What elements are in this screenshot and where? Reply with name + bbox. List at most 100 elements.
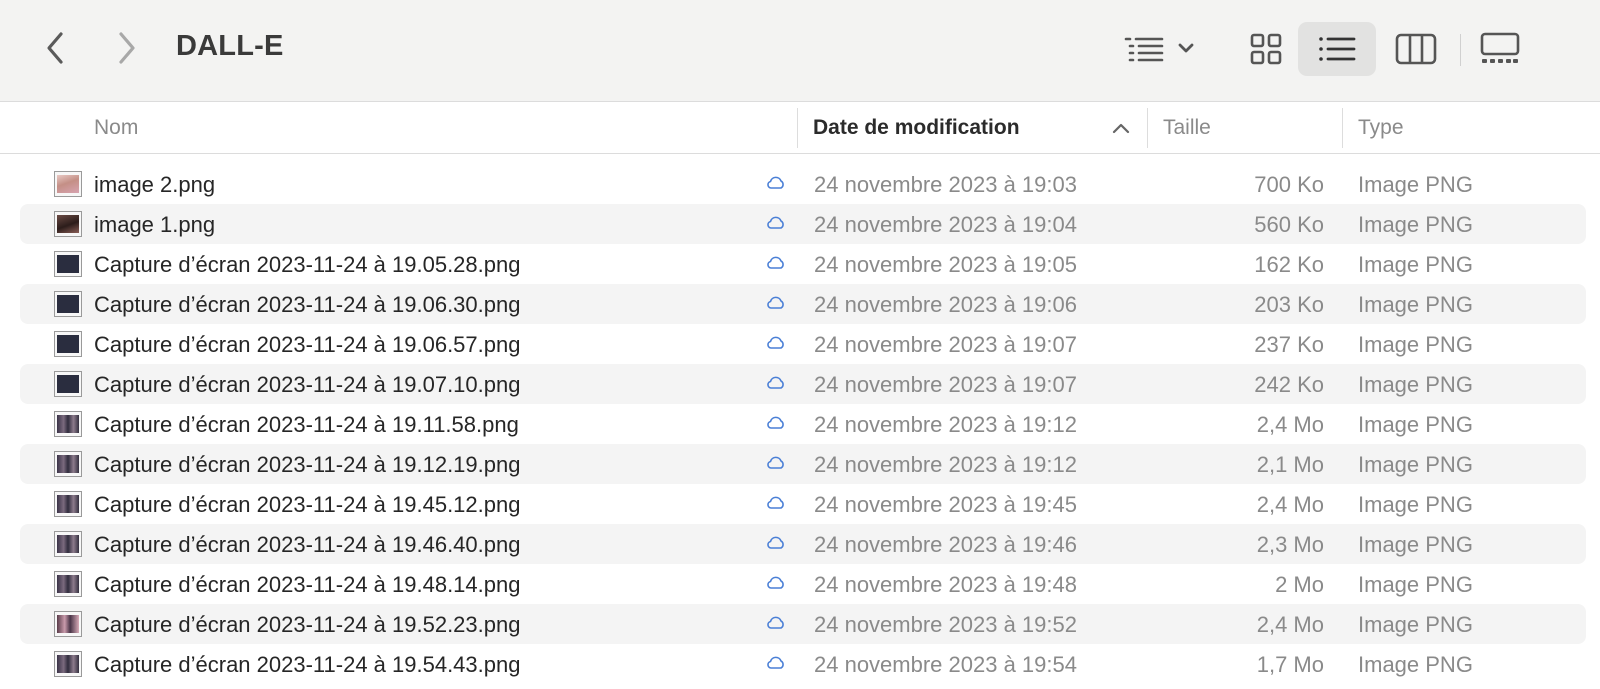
file-name[interactable]: image 1.png	[94, 212, 215, 238]
file-name[interactable]: Capture d’écran 2023-11-24 à 19.46.40.pn…	[94, 532, 520, 558]
file-row[interactable]: Capture d’écran 2023-11-24 à 19.48.14.pn…	[20, 564, 1586, 604]
column-type-header[interactable]: Type	[1358, 116, 1404, 140]
file-date: 24 novembre 2023 à 19:03	[814, 172, 1077, 197]
file-size: 203 Ko	[1254, 292, 1324, 317]
column-name-header[interactable]: Nom	[94, 116, 138, 140]
file-name[interactable]: Capture d’écran 2023-11-24 à 19.11.58.pn…	[94, 412, 519, 438]
file-date: 24 novembre 2023 à 19:07	[814, 332, 1077, 357]
icloud-icon	[767, 336, 784, 349]
back-button[interactable]	[36, 28, 76, 68]
file-date: 24 novembre 2023 à 19:45	[814, 492, 1077, 517]
file-row[interactable]: Capture d’écran 2023-11-24 à 19.52.23.pn…	[20, 604, 1586, 644]
file-thumbnail-icon	[54, 171, 82, 197]
file-thumbnail-icon	[54, 211, 82, 237]
file-type: Image PNG	[1358, 252, 1473, 277]
file-type: Image PNG	[1358, 652, 1473, 677]
gallery-view-button[interactable]	[1466, 22, 1534, 76]
column-divider[interactable]	[1342, 108, 1343, 148]
file-type: Image PNG	[1358, 172, 1473, 197]
file-size: 1,7 Mo	[1256, 652, 1324, 677]
gallery-view-icon	[1480, 32, 1520, 63]
file-thumbnail-icon	[54, 291, 82, 317]
grid-view-icon	[1250, 33, 1282, 65]
icloud-icon	[767, 656, 784, 669]
file-name[interactable]: Capture d’écran 2023-11-24 à 19.45.12.pn…	[94, 492, 520, 518]
file-date: 24 novembre 2023 à 19:12	[814, 452, 1077, 477]
file-name[interactable]: Capture d’écran 2023-11-24 à 19.12.19.pn…	[94, 452, 520, 478]
file-size: 560 Ko	[1254, 212, 1324, 237]
icloud-icon	[767, 176, 784, 189]
icloud-icon	[767, 616, 784, 629]
file-size: 2,4 Mo	[1256, 612, 1324, 637]
icon-view-button[interactable]	[1236, 22, 1296, 76]
column-size-header[interactable]: Taille	[1163, 116, 1211, 140]
file-size: 237 Ko	[1254, 332, 1324, 357]
forward-button[interactable]	[106, 28, 146, 68]
file-row[interactable]: Capture d’écran 2023-11-24 à 19.06.57.pn…	[20, 324, 1586, 364]
file-size: 2,4 Mo	[1256, 492, 1324, 517]
file-row[interactable]: Capture d’écran 2023-11-24 à 19.54.43.pn…	[20, 644, 1586, 684]
file-thumbnail-icon	[54, 411, 82, 437]
file-type: Image PNG	[1358, 332, 1473, 357]
file-row[interactable]: Capture d’écran 2023-11-24 à 19.46.40.pn…	[20, 524, 1586, 564]
icloud-icon	[767, 536, 784, 549]
file-row[interactable]: Capture d’écran 2023-11-24 à 19.12.19.pn…	[20, 444, 1586, 484]
file-row[interactable]: image 2.png 24 novembre 2023 à 19:03 700 K…	[20, 164, 1586, 204]
file-row[interactable]: Capture d’écran 2023-11-24 à 19.45.12.pn…	[20, 484, 1586, 524]
list-view-button[interactable]	[1298, 22, 1376, 76]
file-thumbnail-icon	[54, 491, 82, 517]
file-size: 162 Ko	[1254, 252, 1324, 277]
icloud-icon	[767, 576, 784, 589]
file-type: Image PNG	[1358, 612, 1473, 637]
file-size: 2,4 Mo	[1256, 412, 1324, 437]
group-by-button[interactable]	[1120, 22, 1204, 76]
file-name[interactable]: Capture d’écran 2023-11-24 à 19.48.14.pn…	[94, 572, 520, 598]
file-size: 700 Ko	[1254, 172, 1324, 197]
column-divider[interactable]	[797, 108, 798, 148]
file-name[interactable]: Capture d’écran 2023-11-24 à 19.52.23.pn…	[94, 612, 520, 638]
file-name[interactable]: Capture d’écran 2023-11-24 à 19.07.10.pn…	[94, 372, 520, 398]
column-view-button[interactable]	[1386, 22, 1446, 76]
chevron-right-icon	[119, 32, 135, 64]
file-row[interactable]: image 1.png 24 novembre 2023 à 19:04 560 K…	[20, 204, 1586, 244]
window-title: DALL-E	[176, 30, 284, 62]
file-type: Image PNG	[1358, 292, 1473, 317]
file-date: 24 novembre 2023 à 19:52	[814, 612, 1077, 637]
icloud-icon	[767, 496, 784, 509]
file-row[interactable]: Capture d’écran 2023-11-24 à 19.06.30.pn…	[20, 284, 1586, 324]
file-row[interactable]: Capture d’écran 2023-11-24 à 19.11.58.pn…	[20, 404, 1586, 444]
file-name[interactable]: Capture d’écran 2023-11-24 à 19.06.30.pn…	[94, 292, 520, 318]
file-name[interactable]: Capture d’écran 2023-11-24 à 19.54.43.pn…	[94, 652, 520, 678]
file-thumbnail-icon	[54, 651, 82, 677]
file-type: Image PNG	[1358, 372, 1473, 397]
file-row[interactable]: Capture d’écran 2023-11-24 à 19.07.10.pn…	[20, 364, 1586, 404]
file-date: 24 novembre 2023 à 19:07	[814, 372, 1077, 397]
file-type: Image PNG	[1358, 212, 1473, 237]
file-thumbnail-icon	[54, 611, 82, 637]
sort-ascending-icon	[1112, 123, 1130, 134]
file-size: 242 Ko	[1254, 372, 1324, 397]
file-name[interactable]: Capture d’écran 2023-11-24 à 19.05.28.pn…	[94, 252, 520, 278]
column-view-icon	[1395, 33, 1437, 65]
file-thumbnail-icon	[54, 251, 82, 277]
file-name[interactable]: image 2.png	[94, 172, 215, 198]
icloud-icon	[767, 296, 784, 309]
column-date-header[interactable]: Date de modification	[813, 116, 1020, 140]
column-divider[interactable]	[1147, 108, 1148, 148]
file-thumbnail-icon	[54, 571, 82, 597]
file-name[interactable]: Capture d’écran 2023-11-24 à 19.06.57.pn…	[94, 332, 520, 358]
file-type: Image PNG	[1358, 412, 1473, 437]
file-thumbnail-icon	[54, 451, 82, 477]
file-type: Image PNG	[1358, 452, 1473, 477]
file-date: 24 novembre 2023 à 19:04	[814, 212, 1077, 237]
file-thumbnail-icon	[54, 331, 82, 357]
icloud-icon	[767, 256, 784, 269]
icloud-icon	[767, 216, 784, 229]
file-size: 2,3 Mo	[1256, 532, 1324, 557]
list-group-icon	[1124, 37, 1194, 62]
file-size: 2 Mo	[1275, 572, 1324, 597]
file-row[interactable]: Capture d’écran 2023-11-24 à 19.05.28.pn…	[20, 244, 1586, 284]
icloud-icon	[767, 456, 784, 469]
icloud-icon	[767, 416, 784, 429]
file-type: Image PNG	[1358, 532, 1473, 557]
